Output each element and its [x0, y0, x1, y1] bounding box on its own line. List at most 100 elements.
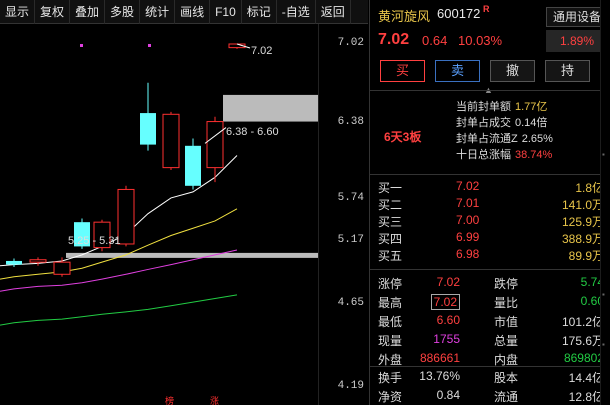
signal-marker: [148, 44, 151, 47]
stat-label: 涨停: [378, 277, 403, 291]
sector-change-pct: 1.89%: [546, 30, 608, 52]
seal-row-label: 十日总涨幅: [456, 149, 511, 161]
candle-body: [53, 261, 71, 275]
toolbar-item-7[interactable]: 标记: [242, 0, 277, 24]
limit-up-seal-info: 6天3板 当前封单额 1.77亿 封单占成交 0.14倍 封单占流通Z 2.65% 十日总涨…: [370, 92, 610, 172]
stat-value: 1755: [433, 332, 460, 346]
toolbar-item-9[interactable]: 返回: [316, 0, 351, 24]
toolbar-item-6[interactable]: F10: [210, 0, 242, 24]
bottom-tag-bang: 榜: [165, 396, 175, 405]
y-axis-tick: 4.65: [337, 297, 364, 309]
r-badge: R: [483, 4, 490, 14]
holdings-button[interactable]: 持: [545, 60, 590, 82]
stat-value: 6.60: [436, 313, 460, 327]
divider: [370, 269, 610, 270]
toolbar-item-8[interactable]: -自选: [277, 0, 316, 24]
buy-button[interactable]: 买: [380, 60, 425, 82]
sector-button[interactable]: 通用设备: [546, 7, 608, 27]
book-price: 6.99: [456, 230, 480, 244]
candle-body: [206, 121, 224, 169]
order-book-row[interactable]: 买五 6.98 89.9万: [370, 246, 610, 263]
stat-label: 换手: [378, 371, 403, 385]
stat-row: 净资 0.84 流通 12.8亿: [370, 386, 610, 405]
y-axis-tick: 6.38: [337, 116, 364, 128]
book-price: 7.02: [456, 179, 480, 193]
order-book: 买一 7.02 1.8亿买二 7.01 141.0万 买三 7.00 125.9万买四 6.99…: [370, 178, 610, 263]
book-level-label: 买二: [378, 198, 403, 212]
y-axis-tick: 7.02: [337, 37, 364, 49]
edge-mark: ▪: [602, 290, 605, 299]
candle-body: [185, 145, 201, 186]
chart-toolbar: 显示 复权 叠加 多股 统计 画线 F10 标记 -自选 返回: [0, 0, 368, 24]
seal-row-label: 封单占流通Z: [456, 133, 518, 145]
quote-stats: 涨停 7.02 跌停 5.74 最高 7.02 量比 0.60 最低 6.60 市值 101.2亿 现量…: [370, 273, 610, 368]
seal-row-label: 当前封单额: [456, 101, 511, 113]
stat-label: 量比: [494, 296, 519, 310]
candle-body: [162, 113, 180, 169]
book-price: 7.00: [456, 213, 480, 227]
seal-row: 封单占成交 0.14倍: [456, 114, 547, 130]
high-price-annotation: 7.02: [251, 45, 273, 57]
seal-row-value: 0.14倍: [515, 117, 548, 129]
stat-value: 13.76%: [419, 369, 460, 383]
stat-value: 101.2亿: [561, 315, 604, 329]
side-strip: ▪ ▪ ▪: [600, 0, 610, 405]
stat-label: 现量: [378, 334, 403, 348]
low-range-annotation: 5.25 - 5.31: [68, 235, 121, 247]
stat-value: 869802: [563, 351, 604, 365]
book-price: 6.98: [456, 247, 480, 261]
fundamental-stats: 换手 13.76% 股本 14.4亿 净资 0.84 流通 12.8亿: [370, 367, 610, 405]
kline-chart[interactable]: 7.02 6.38 5.74 5.17 4.65 4.19 7.02 6.38 - 6.6…: [0, 24, 368, 405]
bottom-tag-zhang: 涨: [210, 396, 220, 405]
cancel-order-button[interactable]: 撤: [490, 60, 535, 82]
order-book-row[interactable]: 买四 6.99 388.9万: [370, 229, 610, 246]
gap-range-annotation: 6.38 - 6.60: [226, 126, 279, 138]
toolbar-item-2[interactable]: 叠加: [70, 0, 106, 24]
divider: [370, 90, 610, 91]
order-book-row[interactable]: 买一 7.02 1.8亿: [370, 178, 610, 195]
limit-up-streak: 6天3板: [384, 130, 422, 144]
y-axis-tick: 4.19: [337, 380, 364, 392]
signal-marker: [80, 44, 83, 47]
seal-row-value: 2.65%: [521, 133, 553, 145]
stat-row: 涨停 7.02 跌停 5.74: [370, 273, 610, 292]
stat-value: 0.84: [436, 388, 460, 402]
toolbar-item-1[interactable]: 复权: [35, 0, 71, 24]
order-book-row[interactable]: 买二 7.01 141.0万: [370, 195, 610, 212]
stat-value: 14.4亿: [568, 371, 604, 385]
stat-row: 最高 7.02 量比 0.60: [370, 292, 610, 311]
y-axis-divider: [318, 24, 319, 405]
stat-label: 股本: [494, 371, 519, 385]
ma-line: [0, 294, 238, 326]
toolbar-item-4[interactable]: 统计: [140, 0, 176, 24]
order-book-row[interactable]: 买三 7.00 125.9万: [370, 212, 610, 229]
toolbar-item-5[interactable]: 画线: [175, 0, 211, 24]
gap-band: [223, 94, 318, 122]
seal-row-value: 1.77亿: [515, 101, 548, 113]
stat-value: 175.6万: [561, 334, 604, 348]
trade-buttons: 买 卖 撤 持: [380, 60, 590, 82]
stat-value: 7.02: [436, 275, 460, 289]
quote-panel: 黄河旋风 600172 R 7.02 0.64 10.03% 通用设备 1.89…: [369, 0, 610, 405]
seal-row: 十日总涨幅 38.74%: [456, 146, 552, 162]
stat-label: 净资: [378, 390, 403, 404]
edge-mark: ▪: [602, 340, 605, 349]
stock-code: 600172: [437, 6, 481, 21]
book-price: 7.01: [456, 196, 480, 210]
stat-label: 最低: [378, 315, 403, 329]
stock-header: 黄河旋风 600172 R 7.02 0.64 10.03% 通用设备 1.89…: [370, 0, 610, 54]
y-axis-tick: 5.74: [337, 192, 364, 204]
toolbar-item-3[interactable]: 多股: [105, 0, 141, 24]
seal-row: 封单占流通Z 2.65%: [456, 130, 553, 146]
stat-value: 886661: [419, 351, 460, 365]
book-level-label: 买四: [378, 232, 403, 246]
book-volume: 141.0万: [561, 198, 604, 212]
book-level-label: 买五: [378, 249, 403, 263]
current-price: 7.02: [378, 31, 410, 48]
toolbar-item-0[interactable]: 显示: [0, 0, 36, 24]
stat-label: 总量: [494, 334, 519, 348]
book-volume: 388.9万: [561, 232, 604, 246]
edge-mark: ▪: [602, 150, 605, 159]
stat-label: 跌停: [494, 277, 519, 291]
sell-button[interactable]: 卖: [435, 60, 480, 82]
